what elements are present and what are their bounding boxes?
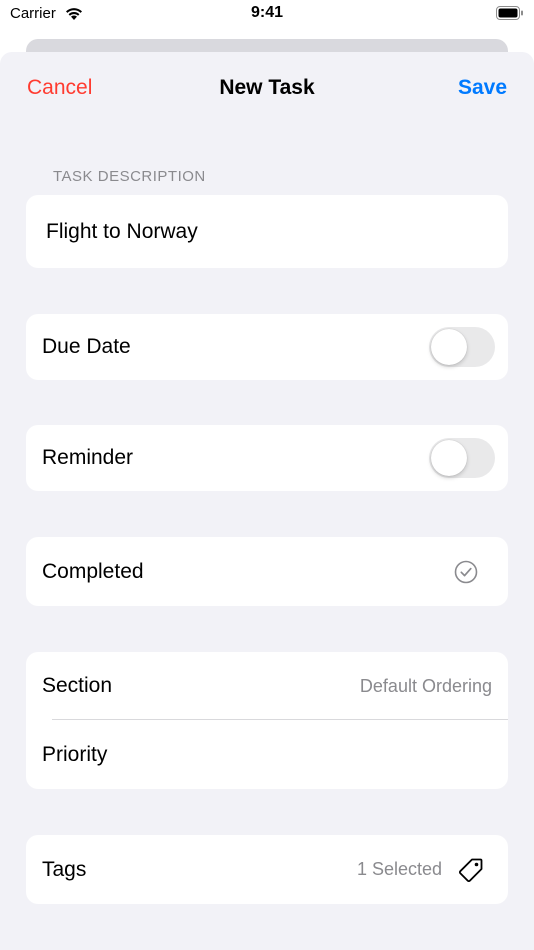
task-description-header: TASK DESCRIPTION — [53, 168, 206, 185]
checkmark-circle-icon[interactable] — [454, 560, 478, 584]
priority-label: Priority — [42, 742, 108, 766]
section-priority-group: Section Default Ordering Priority — [26, 652, 508, 789]
section-label: Section — [42, 674, 113, 697]
reminder-group: Reminder — [26, 425, 508, 491]
status-time: 9:41 — [250, 4, 284, 21]
reminder-toggle-knob — [431, 440, 467, 476]
section-value: Default Ordering — [359, 675, 492, 696]
battery-icon — [496, 6, 524, 24]
status-bar: Carrier 9:41 — [0, 0, 534, 30]
new-task-sheet: Cancel New Task Save TASK DESCRIPTION Fl… — [0, 52, 534, 950]
due-date-group: Due Date — [26, 314, 508, 380]
due-date-label: Due Date — [42, 335, 131, 358]
screen: Carrier 9:41 Cancel New Task Save TASK D… — [0, 0, 534, 950]
reminder-label: Reminder — [42, 446, 134, 469]
task-description-input[interactable]: Flight to Norway — [42, 220, 198, 244]
priority-row[interactable]: Priority — [26, 720, 508, 789]
task-description-field[interactable]: Flight to Norway — [26, 195, 508, 268]
completed-group: Completed — [26, 537, 508, 606]
navigation-bar: Cancel New Task Save — [0, 52, 534, 124]
due-date-toggle[interactable] — [429, 327, 495, 367]
tags-label: Tags — [42, 857, 87, 881]
task-description-group: Flight to Norway — [26, 195, 508, 268]
tags-row[interactable]: Tags 1 Selected — [26, 835, 508, 904]
tags-value: 1 Selected — [356, 859, 442, 879]
reminder-row: Reminder — [26, 425, 508, 491]
save-button[interactable]: Save — [458, 76, 507, 100]
section-row[interactable]: Section Default Ordering — [26, 652, 508, 720]
completed-label: Completed — [42, 559, 144, 583]
due-date-toggle-knob — [431, 329, 467, 365]
due-date-row: Due Date — [26, 314, 508, 380]
tags-group: Tags 1 Selected — [26, 835, 508, 904]
tag-icon — [458, 857, 484, 883]
page-title: New Task — [219, 76, 315, 99]
reminder-toggle[interactable] — [429, 438, 495, 478]
completed-row[interactable]: Completed — [26, 537, 508, 606]
